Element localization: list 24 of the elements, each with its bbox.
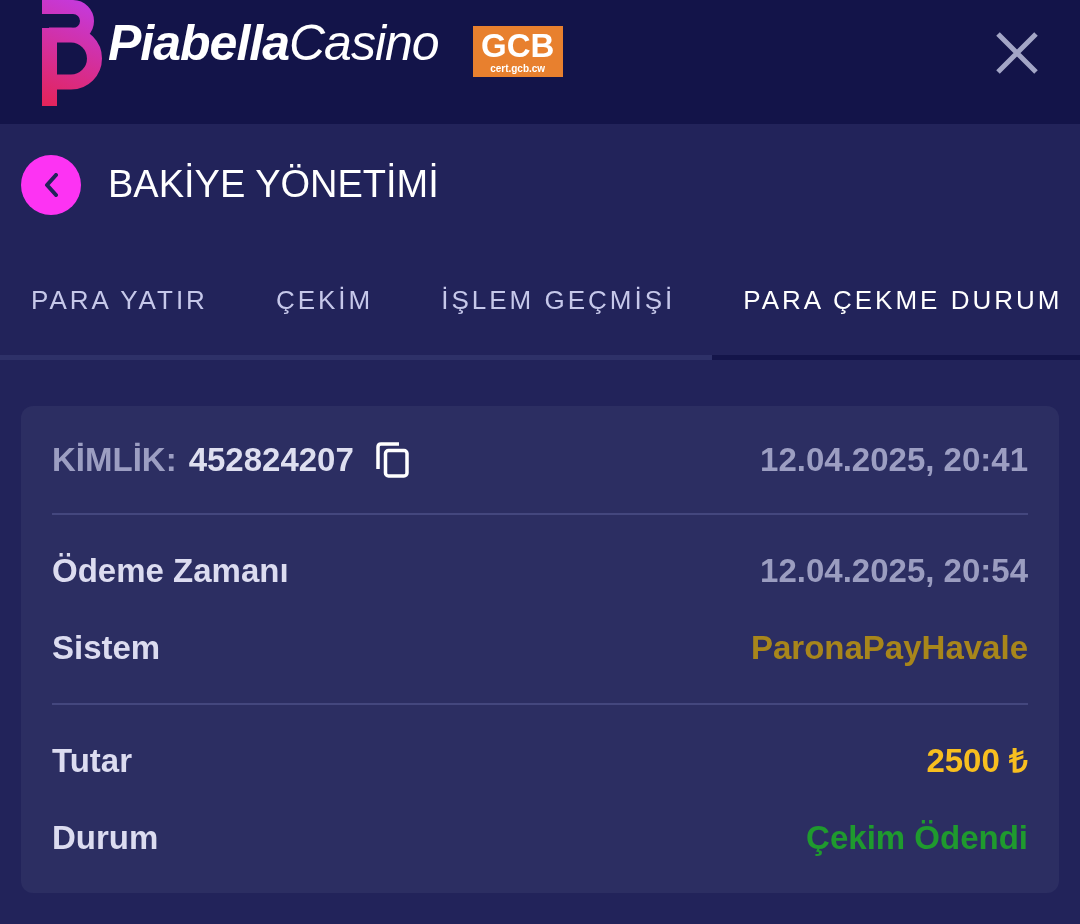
- tab[interactable]: PARA ÇEKME DURUM: [712, 245, 1080, 360]
- id-label: KİMLİK:: [52, 439, 177, 480]
- detail-label: Sistem: [52, 627, 161, 668]
- tab[interactable]: ÇEKİM: [244, 245, 411, 360]
- detail-label: Tutar: [52, 740, 133, 781]
- badge-subtitle: cert.gcb.cw: [490, 64, 546, 74]
- detail-value: 2500 ₺: [926, 740, 1028, 781]
- close-icon: [996, 32, 1038, 74]
- detail-value: Çekim Ödendi: [806, 817, 1028, 858]
- detail-label: Ödeme Zamanı: [52, 550, 289, 591]
- tab[interactable]: PARA YATIR: [0, 245, 245, 360]
- tab[interactable]: İŞLEM GEÇMİŞİ: [410, 245, 713, 360]
- badge-title: GCB: [480, 29, 555, 62]
- detail-value: ParonaPayHavale: [751, 627, 1028, 668]
- logo-text: PiabellaCasino: [108, 18, 439, 68]
- page-title: BAKİYE YÖNETİMİ: [108, 162, 439, 207]
- copy-icon[interactable]: [375, 441, 409, 478]
- created-date: 12.04.2025, 20:41: [760, 439, 1028, 480]
- detail-label: Durum: [52, 817, 159, 858]
- logo-mark-icon: [39, 0, 103, 106]
- detail-value: 12.04.2025, 20:54: [760, 550, 1028, 591]
- chevron-left-icon: [44, 172, 58, 197]
- close-button[interactable]: [996, 32, 1038, 74]
- id-value: 452824207: [188, 439, 354, 480]
